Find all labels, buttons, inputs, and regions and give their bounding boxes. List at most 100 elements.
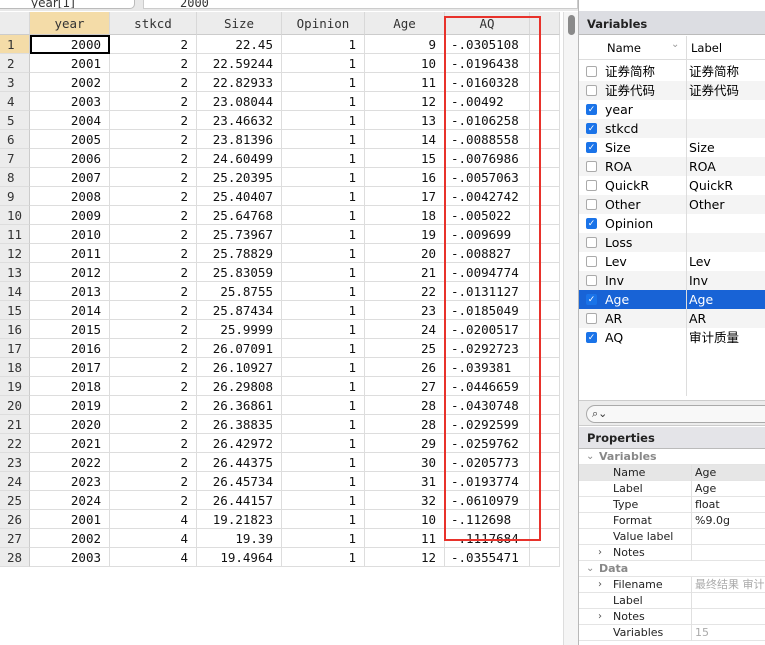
cell-year[interactable]: 2005 <box>30 130 110 149</box>
cell-year[interactable]: 2003 <box>30 92 110 111</box>
cell-age[interactable]: 32 <box>365 491 445 510</box>
checked-checkbox[interactable]: ✓ <box>586 294 597 305</box>
property-row[interactable]: Type float <box>579 497 765 513</box>
row-number[interactable]: 28 <box>0 548 30 567</box>
cell-size[interactable]: 19.39 <box>197 529 282 548</box>
cell-age[interactable]: 27 <box>365 377 445 396</box>
cell-aq[interactable]: -.009699 <box>445 225 530 244</box>
cell-age[interactable]: 22 <box>365 282 445 301</box>
cell-year[interactable]: 2003 <box>30 548 110 567</box>
cell-opinion[interactable]: 1 <box>282 358 365 377</box>
cell-age[interactable]: 16 <box>365 168 445 187</box>
checked-checkbox[interactable]: ✓ <box>586 104 597 115</box>
cell-age[interactable]: 10 <box>365 54 445 73</box>
property-row[interactable]: › Notes <box>579 609 765 625</box>
cell-stkcd[interactable]: 2 <box>110 244 197 263</box>
row-number[interactable]: 21 <box>0 415 30 434</box>
property-value[interactable]: 15 <box>695 625 709 641</box>
property-value[interactable]: %9.0g <box>695 513 730 529</box>
cell-age[interactable]: 28 <box>365 396 445 415</box>
cell-size[interactable]: 25.20395 <box>197 168 282 187</box>
row-number[interactable]: 22 <box>0 434 30 453</box>
column-header-size[interactable]: Size <box>197 12 282 35</box>
cell-size[interactable]: 22.59244 <box>197 54 282 73</box>
row-number[interactable]: 18 <box>0 358 30 377</box>
cell-opinion[interactable]: 1 <box>282 111 365 130</box>
property-row[interactable]: Variables 15 <box>579 625 765 641</box>
cell-year[interactable]: 2010 <box>30 225 110 244</box>
cell-aq[interactable]: -.0106258 <box>445 111 530 130</box>
cell-stkcd[interactable]: 2 <box>110 415 197 434</box>
cell-stkcd[interactable]: 2 <box>110 35 197 54</box>
cell-year[interactable]: 2016 <box>30 339 110 358</box>
cell-opinion[interactable]: 1 <box>282 54 365 73</box>
cell-stkcd[interactable]: 2 <box>110 377 197 396</box>
cell-size[interactable]: 25.64768 <box>197 206 282 225</box>
column-header-opinion[interactable]: Opinion <box>282 12 365 35</box>
row-number[interactable]: 13 <box>0 263 30 282</box>
data-grid[interactable]: year stkcd Size Opinion Age AQ 1 2000 2 22.45 1 9 -.… <box>0 12 560 645</box>
property-row[interactable]: Value label <box>579 529 765 545</box>
cell-size[interactable]: 19.21823 <box>197 510 282 529</box>
checked-checkbox[interactable]: ✓ <box>586 332 597 343</box>
cell-aq[interactable]: -.0610979 <box>445 491 530 510</box>
row-number[interactable]: 15 <box>0 301 30 320</box>
cell-opinion[interactable]: 1 <box>282 225 365 244</box>
cell-size[interactable]: 25.40407 <box>197 187 282 206</box>
cell-aq[interactable]: -.0205773 <box>445 453 530 472</box>
chevron-right-icon[interactable]: › <box>598 577 602 593</box>
cell-year[interactable]: 2007 <box>30 168 110 187</box>
cell-year[interactable]: 2001 <box>30 510 110 529</box>
row-number[interactable]: 19 <box>0 377 30 396</box>
cell-stkcd[interactable]: 2 <box>110 111 197 130</box>
cell-opinion[interactable]: 1 <box>282 415 365 434</box>
cell-opinion[interactable]: 1 <box>282 187 365 206</box>
variable-row[interactable]: 证券简称 证券简称 <box>579 62 765 81</box>
row-number[interactable]: 6 <box>0 130 30 149</box>
row-number[interactable]: 9 <box>0 187 30 206</box>
cell-stkcd[interactable]: 2 <box>110 149 197 168</box>
cell-year[interactable]: 2017 <box>30 358 110 377</box>
variable-row[interactable]: ✓ Opinion <box>579 214 765 233</box>
cell-size[interactable]: 26.44157 <box>197 491 282 510</box>
cell-aq[interactable]: -.0196438 <box>445 54 530 73</box>
cell-year[interactable]: 2013 <box>30 282 110 301</box>
cell-opinion[interactable]: 1 <box>282 434 365 453</box>
cell-year[interactable]: 2018 <box>30 377 110 396</box>
row-number[interactable]: 10 <box>0 206 30 225</box>
cell-aq[interactable]: -.0355471 <box>445 548 530 567</box>
cell-stkcd[interactable]: 2 <box>110 73 197 92</box>
name-column-header[interactable]: Name <box>607 41 641 55</box>
cell-year[interactable]: 2009 <box>30 206 110 225</box>
cell-size[interactable]: 25.73967 <box>197 225 282 244</box>
row-number[interactable]: 12 <box>0 244 30 263</box>
variable-row[interactable]: ✓ Age Age <box>579 290 765 309</box>
cell-size[interactable]: 24.60499 <box>197 149 282 168</box>
property-value[interactable]: Age <box>695 465 716 481</box>
cell-age[interactable]: 26 <box>365 358 445 377</box>
cell-size[interactable]: 26.38835 <box>197 415 282 434</box>
variable-name-box[interactable]: year[1] <box>0 0 135 9</box>
cell-aq[interactable]: -.0088558 <box>445 130 530 149</box>
cell-opinion[interactable]: 1 <box>282 73 365 92</box>
cell-stkcd[interactable]: 2 <box>110 168 197 187</box>
cell-aq[interactable]: -.0292723 <box>445 339 530 358</box>
cell-opinion[interactable]: 1 <box>282 510 365 529</box>
cell-opinion[interactable]: 1 <box>282 149 365 168</box>
cell-opinion[interactable]: 1 <box>282 491 365 510</box>
cell-aq[interactable]: -.0305108 <box>445 35 530 54</box>
cell-opinion[interactable]: 1 <box>282 130 365 149</box>
cell-year[interactable]: 2001 <box>30 54 110 73</box>
search-icon[interactable]: ⌕⌄ <box>586 405 765 423</box>
cell-opinion[interactable]: 1 <box>282 301 365 320</box>
chevron-down-icon[interactable]: ⌄ <box>586 449 594 465</box>
cell-year[interactable]: 2022 <box>30 453 110 472</box>
cell-stkcd[interactable]: 4 <box>110 548 197 567</box>
cell-age[interactable]: 11 <box>365 73 445 92</box>
cell-stkcd[interactable]: 2 <box>110 92 197 111</box>
unchecked-checkbox[interactable] <box>586 161 597 172</box>
cell-year[interactable]: 2002 <box>30 73 110 92</box>
cell-stkcd[interactable]: 4 <box>110 529 197 548</box>
cell-opinion[interactable]: 1 <box>282 206 365 225</box>
cell-value-input[interactable]: 2000 <box>143 0 578 10</box>
